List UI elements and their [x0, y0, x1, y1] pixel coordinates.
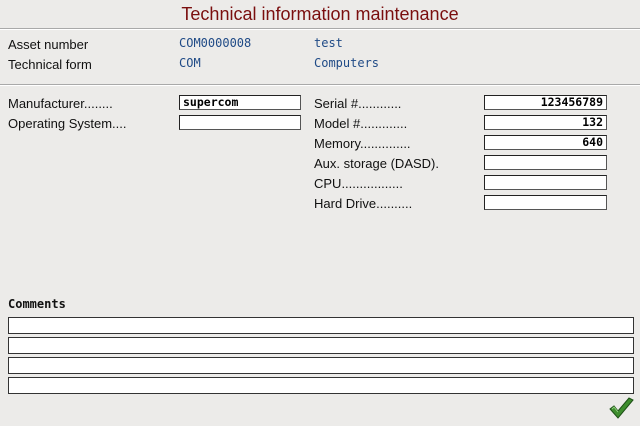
aux-storage-field[interactable] [484, 155, 607, 170]
hard-drive-field[interactable] [484, 195, 607, 210]
header-divider [0, 84, 640, 86]
manufacturer-field[interactable]: supercom [179, 95, 301, 110]
model-label: Model #............. [314, 116, 408, 131]
manufacturer-label: Manufacturer........ [8, 96, 113, 111]
serial-label: Serial #............ [314, 96, 402, 111]
aux-storage-label: Aux. storage (DASD). [314, 156, 439, 171]
comment-line-1[interactable] [8, 317, 634, 334]
comments-label: Comments [8, 297, 66, 311]
hard-drive-label: Hard Drive.......... [314, 196, 413, 211]
asset-number-code: COM0000008 [179, 36, 252, 50]
asset-number-label: Asset number [8, 37, 89, 52]
serial-field[interactable]: 123456789 [484, 95, 607, 110]
cpu-field[interactable] [484, 175, 607, 190]
title-divider [0, 28, 640, 30]
cpu-label: CPU................. [314, 176, 403, 191]
memory-label: Memory.............. [314, 136, 411, 151]
operating-system-field[interactable] [179, 115, 301, 130]
ok-button[interactable] [608, 396, 634, 420]
model-field[interactable]: 132 [484, 115, 607, 130]
memory-field[interactable]: 640 [484, 135, 607, 150]
comment-line-4[interactable] [8, 377, 634, 394]
green-checkmark-icon [609, 397, 634, 419]
comment-line-3[interactable] [8, 357, 634, 374]
asset-number-desc: test [314, 36, 343, 50]
comment-line-2[interactable] [8, 337, 634, 354]
technical-form-code: COM [179, 56, 201, 70]
window-title: Technical information maintenance [181, 4, 459, 24]
technical-form-desc: Computers [314, 56, 380, 70]
technical-form-label: Technical form [8, 57, 92, 72]
operating-system-label: Operating System.... [8, 116, 127, 131]
